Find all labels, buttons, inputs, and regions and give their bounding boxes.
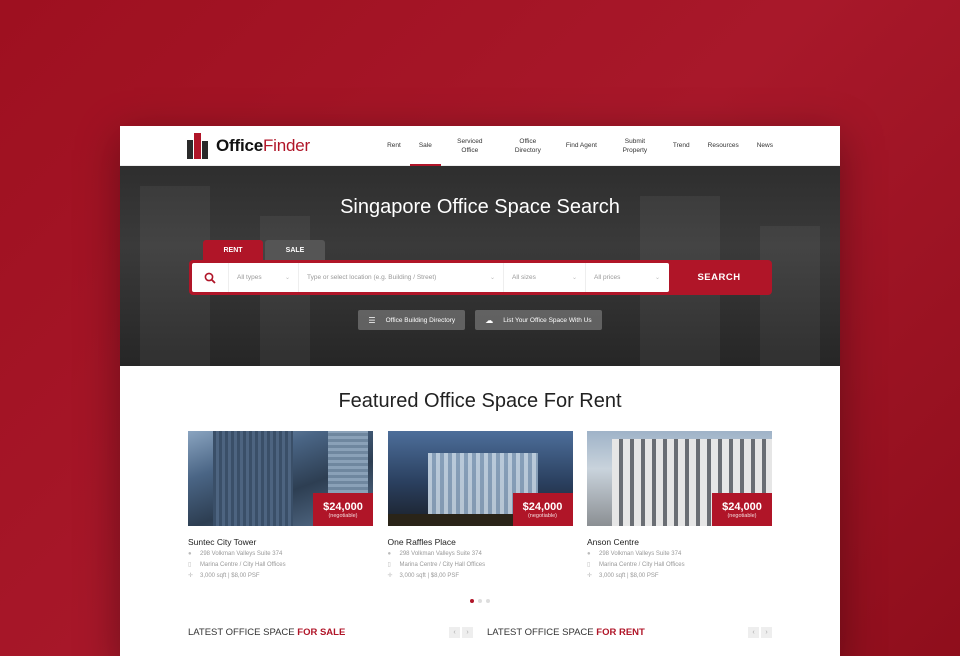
carousel-dot[interactable]	[486, 599, 490, 603]
property-image[interactable]: $24,000 (negotiable)	[188, 431, 373, 526]
property-card[interactable]: $24,000 (negotiable) Suntec City Tower ● 2…	[188, 431, 373, 579]
office-directory-button[interactable]: ☰ Office Building Directory	[358, 310, 466, 330]
featured-title: Featured Office Space For Rent	[338, 390, 622, 412]
carousel-dots	[120, 599, 840, 603]
logo-icon	[187, 132, 209, 159]
chevron-down-icon: ⌄	[489, 275, 495, 281]
property-address: 298 Volkman Valleys Suite 374	[399, 551, 482, 557]
carousel-dot[interactable]	[478, 599, 482, 603]
search-fields: All types ⌄ Type or select location (e.g.…	[192, 263, 669, 292]
latest-rent-title: LATEST OFFICE SPACE FOR RENT	[487, 627, 645, 638]
search-button[interactable]: SEARCH	[669, 263, 769, 292]
property-image[interactable]: $24,000 (negotiable)	[387, 431, 573, 526]
chevron-down-icon: ⌄	[654, 275, 660, 281]
search-icon	[192, 263, 228, 292]
chevron-down-icon: ⌄	[571, 275, 577, 281]
list-office-button[interactable]: ☁ List Your Office Space With Us	[475, 310, 602, 330]
size-icon: ✛	[188, 573, 194, 579]
nav-item-submit-property[interactable]: Submit Property	[606, 126, 664, 166]
property-address: 298 Volkman Valleys Suite 374	[200, 551, 283, 557]
price-select[interactable]: All prices ⌄	[585, 263, 668, 292]
nav-item-resources[interactable]: Resources	[699, 126, 748, 166]
property-name[interactable]: One Raffles Place	[388, 537, 573, 547]
listing-type-tabs: RENT SALE	[203, 240, 327, 260]
property-card[interactable]: $24,000 (negotiable) One Raffles Place ● 2…	[387, 431, 573, 579]
building-icon: ▯	[188, 562, 192, 568]
carousel-dot[interactable]	[470, 599, 474, 603]
chevron-left-icon[interactable]: ‹	[748, 627, 759, 638]
property-address: 298 Volkman Valleys Suite 374	[599, 551, 682, 557]
hero-actions: ☰ Office Building Directory ☁ List Your Of…	[120, 310, 840, 330]
list-icon: ☰	[368, 315, 376, 325]
property-area: Marina Centre / City Hall Offices	[200, 561, 286, 568]
cloud-upload-icon: ☁	[485, 315, 494, 325]
price-tag: $24,000 (negotiable)	[512, 493, 573, 526]
building-icon: ▯	[387, 562, 391, 568]
latest-sale-title: LATEST OFFICE SPACE FOR SALE	[188, 627, 346, 638]
size-icon: ✛	[387, 573, 393, 579]
property-name[interactable]: Suntec City Tower	[188, 537, 373, 547]
property-card[interactable]: $24,000 (negotiable) Anson Centre ● 298 Vo…	[587, 431, 772, 579]
property-name[interactable]: Anson Centre	[587, 537, 772, 547]
nav-item-trend[interactable]: Trend	[664, 126, 699, 166]
latest-sections: LATEST OFFICE SPACE FOR SALE ‹ › LATEST O…	[120, 627, 840, 638]
latest-for-sale: LATEST OFFICE SPACE FOR SALE ‹ ›	[188, 627, 473, 638]
logo[interactable]: OfficeFinder	[187, 132, 310, 159]
search-bar: All types ⌄ Type or select location (e.g.…	[189, 260, 772, 295]
hero-title: Singapore Office Space Search	[340, 196, 620, 218]
latest-for-rent: LATEST OFFICE SPACE FOR RENT ‹ ›	[487, 627, 772, 638]
property-size: 3,000 sqft | $8,00 PSF	[599, 572, 659, 579]
chevron-right-icon[interactable]: ›	[462, 627, 473, 638]
size-select[interactable]: All sizes ⌄	[503, 263, 585, 292]
location-pin-icon: ●	[188, 551, 192, 557]
property-area: Marina Centre / City Hall Offices	[599, 561, 685, 568]
property-size: 3,000 sqft | $8,00 PSF	[200, 572, 260, 579]
browser-frame: OfficeFinder Rent Sale Serviced Office O…	[120, 126, 840, 656]
property-size: 3,000 sqft | $8,00 PSF	[399, 572, 460, 579]
featured-cards: $24,000 (negotiable) Suntec City Tower ● 2…	[120, 431, 840, 579]
property-area: Marina Centre / City Hall Offices	[399, 561, 486, 568]
nav-item-serviced-office[interactable]: Serviced Office	[441, 126, 499, 166]
location-input[interactable]: Type or select location (e.g. Building /…	[298, 263, 503, 292]
nav-item-find-agent[interactable]: Find Agent	[557, 126, 606, 166]
price-tag: $24,000 (negotiable)	[712, 493, 772, 526]
tab-rent[interactable]: RENT	[203, 240, 263, 260]
main-nav: Rent Sale Serviced Office Office Directo…	[378, 126, 782, 166]
chevron-left-icon[interactable]: ‹	[449, 627, 460, 638]
property-image[interactable]: $24,000 (negotiable)	[587, 431, 772, 526]
logo-text: OfficeFinder	[216, 135, 310, 155]
location-pin-icon: ●	[387, 551, 392, 557]
hero-banner: Singapore Office Space Search RENT SALE …	[120, 166, 840, 366]
type-select[interactable]: All types ⌄	[228, 263, 298, 292]
chevron-down-icon: ⌄	[284, 275, 290, 281]
building-icon: ▯	[587, 562, 591, 568]
nav-item-office-directory[interactable]: Office Directory	[499, 126, 557, 166]
nav-item-sale[interactable]: Sale	[409, 126, 441, 166]
size-icon: ✛	[587, 573, 593, 579]
nav-item-news[interactable]: News	[748, 126, 782, 166]
tab-sale[interactable]: SALE	[265, 240, 325, 260]
site-header: OfficeFinder Rent Sale Serviced Office O…	[120, 126, 840, 166]
nav-item-rent[interactable]: Rent	[378, 126, 410, 166]
chevron-right-icon[interactable]: ›	[761, 627, 772, 638]
price-tag: $24,000 (negotiable)	[313, 493, 373, 526]
location-pin-icon: ●	[587, 551, 591, 557]
